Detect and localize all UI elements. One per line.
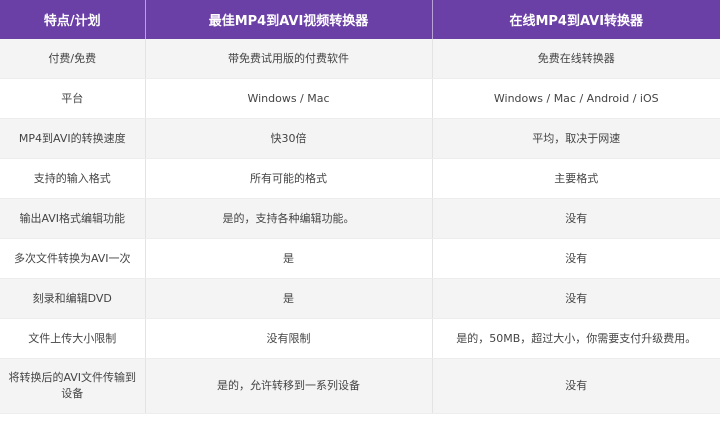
online-cell: 没有 [432,238,720,279]
header-desktop-converter: 最佳MP4到AVI视频转换器 [145,0,433,39]
feature-cell: 将转换后的AVI文件传输到设备 [0,358,146,414]
table-row: 付费/免费 带免费试用版的付费软件 免费在线转换器 [0,39,720,79]
online-cell: 没有 [432,278,720,319]
feature-cell: 文件上传大小限制 [0,318,146,359]
online-cell: 没有 [432,198,720,239]
feature-cell: 平台 [0,78,146,119]
table-row: MP4到AVI的转换速度 快30倍 平均，取决于网速 [0,118,720,159]
feature-cell: 多次文件转换为AVI一次 [0,238,146,279]
online-cell: 平均，取决于网速 [432,118,720,159]
desktop-cell: 没有限制 [145,318,433,359]
desktop-cell: 是的，支持各种编辑功能。 [145,198,433,239]
feature-cell: 刻录和编辑DVD [0,278,146,319]
feature-cell: 输出AVI格式编辑功能 [0,198,146,239]
desktop-cell: 所有可能的格式 [145,158,433,199]
desktop-cell: 带免费试用版的付费软件 [145,39,433,79]
table-row: 输出AVI格式编辑功能 是的，支持各种编辑功能。 没有 [0,198,720,239]
feature-cell: MP4到AVI的转换速度 [0,118,146,159]
header-online-converter: 在线MP4到AVI转换器 [432,0,720,39]
online-cell: 免费在线转换器 [432,39,720,79]
header-row: 特点/计划 最佳MP4到AVI视频转换器 在线MP4到AVI转换器 [0,0,720,39]
online-cell: 没有 [432,358,720,414]
desktop-cell: 是 [145,238,433,279]
online-cell: 是的，50MB，超过大小，你需要支付升级费用。 [432,318,720,359]
feature-cell: 支持的输入格式 [0,158,146,199]
table-row: 将转换后的AVI文件传输到设备 是的，允许转移到一系列设备 没有 [0,358,720,414]
header-feature: 特点/计划 [0,0,146,39]
comparison-table: 特点/计划 最佳MP4到AVI视频转换器 在线MP4到AVI转换器 付费/免费 … [0,0,720,414]
table-row: 多次文件转换为AVI一次 是 没有 [0,238,720,279]
desktop-cell: Windows / Mac [145,78,433,119]
table-row: 支持的输入格式 所有可能的格式 主要格式 [0,158,720,199]
online-cell: 主要格式 [432,158,720,199]
online-cell: Windows / Mac / Android / iOS [432,78,720,119]
table-row: 刻录和编辑DVD 是 没有 [0,278,720,319]
desktop-cell: 是的，允许转移到一系列设备 [145,358,433,414]
desktop-cell: 快30倍 [145,118,433,159]
desktop-cell: 是 [145,278,433,319]
feature-cell: 付费/免费 [0,39,146,79]
table-row: 文件上传大小限制 没有限制 是的，50MB，超过大小，你需要支付升级费用。 [0,318,720,359]
table-row: 平台 Windows / Mac Windows / Mac / Android… [0,78,720,119]
